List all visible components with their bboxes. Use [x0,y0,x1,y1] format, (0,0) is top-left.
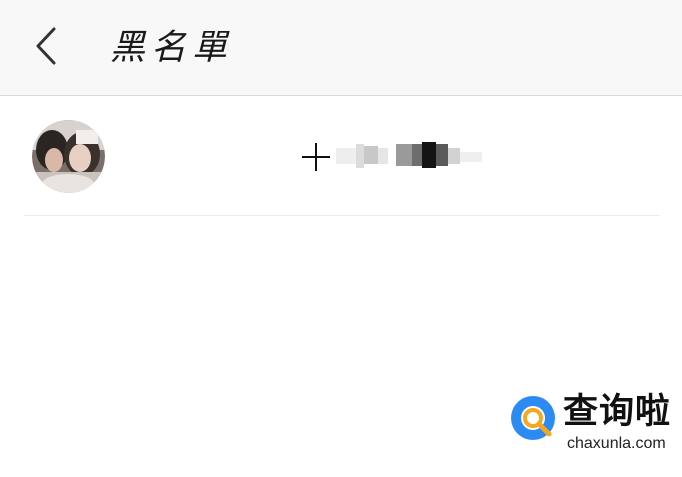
list-divider [24,215,660,216]
magnifier-logo-icon [505,392,561,448]
avatar[interactable] [32,120,105,193]
plus-icon [300,141,332,173]
blacklist-page: 黑名單 查询啦 chaxunla.com [0,0,682,477]
watermark-brand: 查询啦 [563,392,672,432]
page-title: 黑名單 [110,28,234,68]
user-photo-image [32,120,105,193]
chevron-left-icon [36,27,56,65]
back-button[interactable] [26,26,66,66]
top-bar: 黑名單 [0,0,682,96]
watermark-url: chaxunla.com [567,435,666,452]
blurred-username [336,140,486,176]
watermark: 查询啦 chaxunla.com [505,392,677,458]
blacklist-item[interactable] [0,96,682,216]
